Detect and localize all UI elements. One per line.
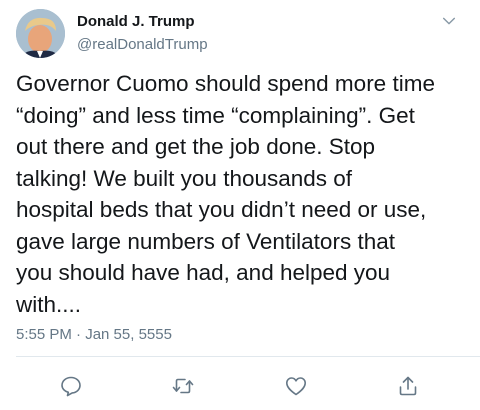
divider — [16, 356, 480, 357]
reply-button[interactable] — [57, 372, 85, 400]
timestamp[interactable]: 5:55 PM · Jan 55, 5555 — [16, 326, 172, 344]
action-bar — [0, 370, 480, 400]
display-name[interactable]: Donald J. Trump — [77, 12, 195, 32]
share-button[interactable] — [394, 372, 422, 400]
share-icon — [399, 376, 417, 396]
avatar[interactable] — [16, 9, 65, 58]
handle[interactable]: @realDonaldTrump — [77, 35, 208, 55]
reply-icon — [61, 376, 81, 397]
like-button[interactable] — [282, 372, 310, 400]
chevron-down-icon[interactable] — [440, 12, 458, 30]
tweet-card: Donald J. Trump @realDonaldTrump Governo… — [0, 0, 480, 410]
retweet-button[interactable] — [169, 372, 197, 400]
profile-photo — [16, 9, 65, 58]
tweet-text: Governor Cuomo should spend more time “d… — [16, 71, 435, 317]
retweet-icon — [172, 378, 194, 394]
heart-icon — [286, 377, 306, 396]
